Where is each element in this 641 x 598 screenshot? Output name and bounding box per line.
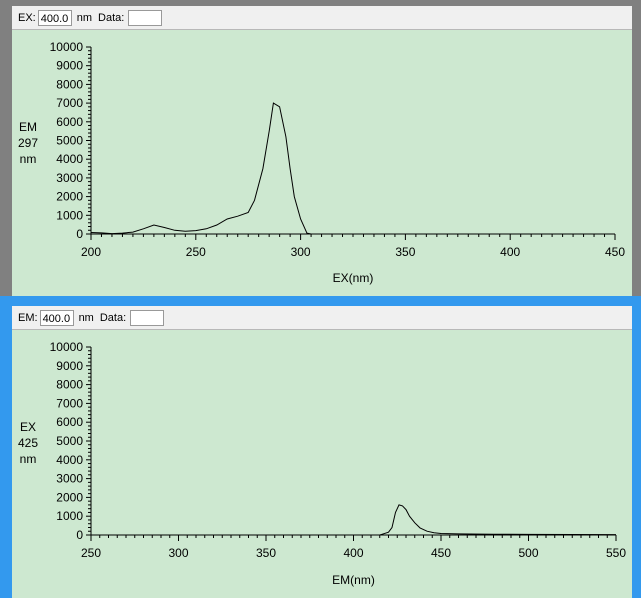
y-tick-label: 9000: [56, 59, 83, 73]
y-tick-label: 8000: [56, 77, 83, 91]
em-spectrum-panel[interactable]: EM: 400.0 nm Data: 0 1000 2000 3000 4000 5000…: [0, 296, 641, 598]
x-tick-label: 400: [343, 546, 363, 560]
y-tick-label: 10000: [50, 40, 84, 54]
y-axis-label-line: nm: [20, 152, 37, 166]
x-tick-label: 400: [500, 245, 520, 259]
y-tick-label: 8000: [56, 378, 83, 392]
y-tick-label: 6000: [56, 115, 83, 129]
em-unit-label: nm: [78, 311, 94, 324]
y-tick-label: 3000: [56, 472, 83, 486]
x-tick-label: 250: [186, 245, 206, 259]
ex-wavelength-input[interactable]: 400.0: [37, 9, 72, 26]
x-tick-label: 300: [291, 245, 311, 259]
ex-toolbar: EX: 400.0 nm Data:: [12, 6, 632, 30]
spectrum-series-line: [379, 504, 617, 536]
y-tick-label: 1000: [56, 509, 83, 523]
x-tick-label: 450: [431, 546, 451, 560]
y-tick-label: 7000: [56, 396, 83, 410]
y-tick-label: 9000: [56, 359, 83, 373]
x-tick-label: 500: [518, 546, 538, 560]
y-tick-label: 7000: [56, 96, 83, 110]
y-tick-label: 5000: [56, 134, 83, 148]
y-axis-label-line: 425: [18, 436, 38, 450]
y-tick-label: 2000: [56, 190, 83, 204]
em-wavelength-input[interactable]: 400.0: [39, 309, 74, 326]
x-tick-label: 350: [395, 245, 415, 259]
y-tick-label: 1000: [56, 208, 83, 222]
em-data-label: Data:: [99, 311, 127, 324]
em-spectrum-chart: 0 1000 2000 3000 4000 5000 6000 7000 8000 9000 100…: [18, 340, 626, 587]
y-axis-label-line: 297: [18, 136, 38, 150]
x-axis-label: EM(nm): [332, 573, 375, 587]
em-mode-label: EM:: [18, 311, 38, 324]
x-tick-label: 550: [606, 546, 626, 560]
ex-unit-label: nm: [76, 11, 93, 24]
y-tick-label: 0: [76, 227, 83, 241]
x-tick-label: 350: [256, 546, 276, 560]
y-axis-label-line: EX: [20, 420, 36, 434]
em-toolbar: EM: 400.0 nm Data:: [12, 306, 632, 330]
x-tick-label: 450: [605, 245, 625, 259]
ex-mode-label: EX:: [18, 11, 36, 24]
spectrum-series-line: [90, 102, 312, 235]
ex-spectrum-panel[interactable]: EX: 400.0 nm Data: 0 1000 2000 3000 4000 5000…: [0, 0, 641, 296]
em-data-input[interactable]: [130, 309, 165, 326]
y-tick-label: 5000: [56, 434, 83, 448]
y-tick-label: 6000: [56, 415, 83, 429]
y-tick-label: 2000: [56, 490, 83, 504]
y-tick-label: 4000: [56, 152, 83, 166]
y-tick-label: 4000: [56, 453, 83, 467]
ex-data-label: Data:: [98, 11, 125, 24]
x-tick-label: 250: [81, 546, 101, 560]
x-axis-label: EX(nm): [333, 271, 374, 285]
ex-plot-window: EX: 400.0 nm Data: 0 1000 2000 3000 4000 5000…: [12, 6, 632, 296]
y-axis-label-line: EM: [19, 120, 37, 134]
y-axis-label-line: nm: [20, 452, 37, 466]
y-tick-label: 10000: [50, 340, 84, 354]
ex-spectrum-chart: 0 1000 2000 3000 4000 5000 6000 7000 8000 9000 100…: [18, 40, 625, 285]
ex-data-input[interactable]: [128, 9, 163, 26]
y-tick-label: 0: [76, 528, 83, 542]
em-plot-window: EM: 400.0 nm Data: 0 1000 2000 3000 4000 5000…: [12, 306, 632, 598]
y-tick-label: 3000: [56, 171, 83, 185]
x-tick-label: 200: [81, 245, 101, 259]
x-tick-label: 300: [168, 546, 188, 560]
